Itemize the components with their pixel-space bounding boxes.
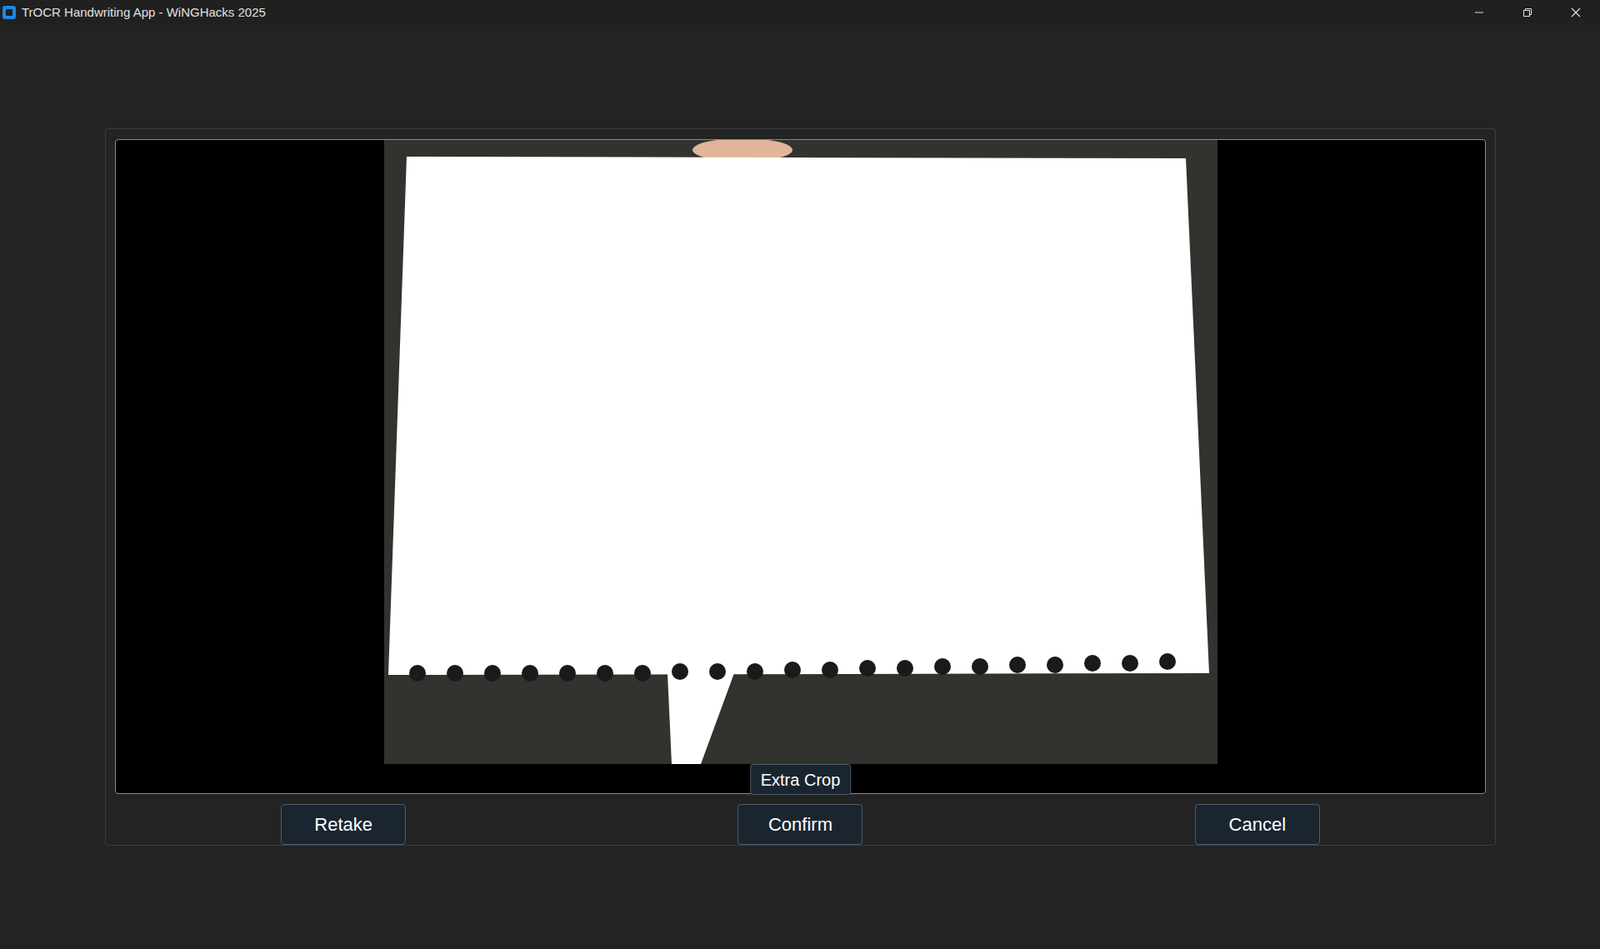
camera-photo	[384, 140, 1218, 765]
button-cell: Cancel	[1029, 804, 1486, 845]
button-cell: Retake	[115, 804, 572, 845]
title-bar: TrOCR Handwriting App - WiNGHacks 2025	[0, 0, 1600, 25]
minimize-icon	[1474, 7, 1485, 18]
close-icon	[1570, 7, 1581, 18]
extra-crop-button[interactable]: Extra Crop	[750, 764, 852, 795]
window-title: TrOCR Handwriting App - WiNGHacks 2025	[21, 3, 266, 23]
retake-button[interactable]: Retake	[280, 804, 406, 845]
restore-button[interactable]	[1503, 0, 1552, 25]
minimize-button[interactable]	[1455, 0, 1504, 25]
button-row: Retake Confirm Cancel	[115, 804, 1486, 845]
close-button[interactable]	[1551, 0, 1600, 25]
app-window: TrOCR Handwriting App - WiNGHacks 2025	[0, 0, 1600, 949]
cancel-button[interactable]: Cancel	[1195, 804, 1320, 845]
restore-icon	[1522, 7, 1533, 18]
preview-panel: Extra Crop Retake Confirm Cancel	[105, 128, 1496, 846]
app-icon	[1, 5, 17, 20]
confirm-button[interactable]: Confirm	[737, 804, 863, 845]
image-frame: Extra Crop	[115, 139, 1486, 795]
button-cell: Confirm	[571, 804, 1029, 845]
